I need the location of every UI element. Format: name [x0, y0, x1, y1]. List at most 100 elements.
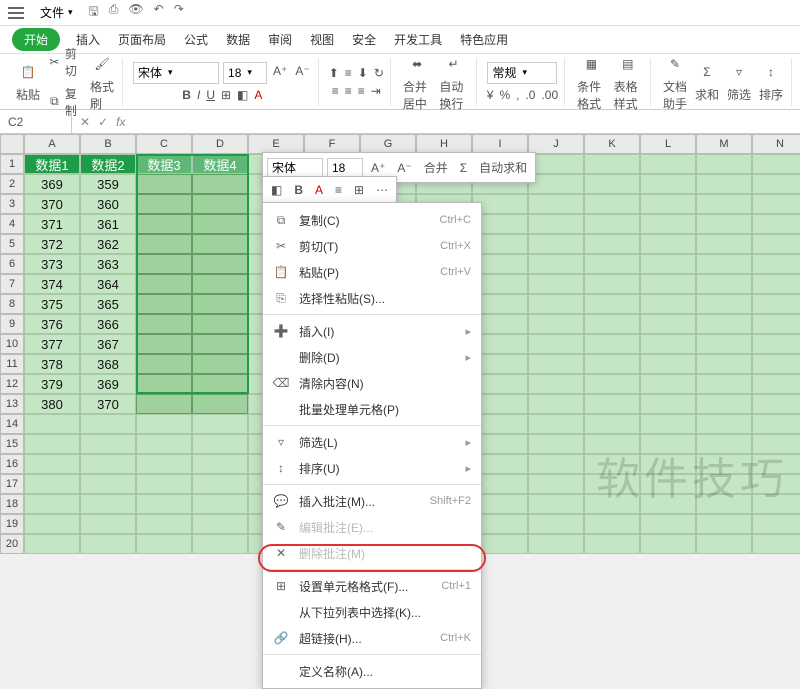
mini-border-icon[interactable]: ⊞	[350, 181, 368, 199]
col-header-N[interactable]: N	[752, 134, 800, 154]
cell-M13[interactable]	[696, 394, 752, 414]
cell-C14[interactable]	[136, 414, 192, 434]
fx-icon[interactable]: fx	[116, 115, 125, 129]
align-middle-icon[interactable]: ≡	[345, 66, 352, 80]
cell-M6[interactable]	[696, 254, 752, 274]
filter-button[interactable]: ▿筛选	[725, 58, 753, 105]
cell-B14[interactable]	[80, 414, 136, 434]
menu-insert[interactable]: ➕插入(I)▸	[263, 318, 481, 344]
mini-merge-button[interactable]: 合并	[420, 157, 452, 178]
cell-C20[interactable]	[136, 534, 192, 554]
cell-C12[interactable]	[136, 374, 192, 394]
table-style-button[interactable]: ▤表格样式	[612, 50, 644, 114]
mini-format-icon[interactable]: ⋯	[372, 181, 392, 199]
col-header-A[interactable]: A	[24, 134, 80, 154]
mini-decrease-font-icon[interactable]: A⁻	[393, 159, 415, 177]
row-header-18[interactable]: 18	[0, 494, 24, 514]
col-header-C[interactable]: C	[136, 134, 192, 154]
cell-J14[interactable]	[528, 414, 584, 434]
cancel-icon[interactable]: ✕	[80, 115, 90, 129]
cell-N5[interactable]	[752, 234, 800, 254]
row-header-2[interactable]: 2	[0, 174, 24, 194]
cell-D3[interactable]	[192, 194, 248, 214]
cell-B3[interactable]: 360	[80, 194, 136, 214]
row-header-1[interactable]: 1	[0, 154, 24, 174]
cell-D14[interactable]	[192, 414, 248, 434]
cell-K10[interactable]	[584, 334, 640, 354]
menu-filter[interactable]: ▿筛选(L)▸	[263, 429, 481, 455]
cell-B4[interactable]: 361	[80, 214, 136, 234]
cell-J10[interactable]	[528, 334, 584, 354]
cell-B16[interactable]	[80, 454, 136, 474]
cell-A16[interactable]	[24, 454, 80, 474]
cell-B1[interactable]: 数据2	[80, 154, 136, 174]
cell-A2[interactable]: 369	[24, 174, 80, 194]
cell-K7[interactable]	[584, 274, 640, 294]
cell-M2[interactable]	[696, 174, 752, 194]
cell-L10[interactable]	[640, 334, 696, 354]
cell-A8[interactable]: 375	[24, 294, 80, 314]
cell-B7[interactable]: 364	[80, 274, 136, 294]
tab-formulas[interactable]: 公式	[182, 27, 210, 52]
cell-L2[interactable]	[640, 174, 696, 194]
row-header-17[interactable]: 17	[0, 474, 24, 494]
col-header-E[interactable]: E	[248, 134, 304, 154]
select-all-corner[interactable]	[0, 134, 24, 154]
tab-security[interactable]: 安全	[350, 27, 378, 52]
row-header-14[interactable]: 14	[0, 414, 24, 434]
row-header-3[interactable]: 3	[0, 194, 24, 214]
row-header-9[interactable]: 9	[0, 314, 24, 334]
col-header-G[interactable]: G	[360, 134, 416, 154]
cell-A6[interactable]: 373	[24, 254, 80, 274]
cell-D8[interactable]	[192, 294, 248, 314]
cell-A5[interactable]: 372	[24, 234, 80, 254]
cell-C4[interactable]	[136, 214, 192, 234]
row-header-8[interactable]: 8	[0, 294, 24, 314]
cell-K1[interactable]	[584, 154, 640, 174]
cell-D13[interactable]	[192, 394, 248, 414]
cell-C9[interactable]	[136, 314, 192, 334]
cell-B15[interactable]	[80, 434, 136, 454]
cell-C1[interactable]: 数据3	[136, 154, 192, 174]
cell-L1[interactable]	[640, 154, 696, 174]
enter-icon[interactable]: ✓	[98, 115, 108, 129]
tab-view[interactable]: 视图	[308, 27, 336, 52]
cell-J3[interactable]	[528, 194, 584, 214]
cell-C3[interactable]	[136, 194, 192, 214]
row-header-12[interactable]: 12	[0, 374, 24, 394]
cell-N9[interactable]	[752, 314, 800, 334]
cell-B13[interactable]: 370	[80, 394, 136, 414]
col-header-B[interactable]: B	[80, 134, 136, 154]
menu-hyperlink[interactable]: 🔗超链接(H)...Ctrl+K	[263, 625, 481, 651]
mini-sigma-icon[interactable]: Σ	[456, 159, 471, 177]
cell-A14[interactable]	[24, 414, 80, 434]
cell-L6[interactable]	[640, 254, 696, 274]
cell-M9[interactable]	[696, 314, 752, 334]
cell-K9[interactable]	[584, 314, 640, 334]
currency-icon[interactable]: ¥	[487, 88, 494, 102]
font-name-combo[interactable]: 宋体▾	[133, 62, 219, 84]
cell-D5[interactable]	[192, 234, 248, 254]
cell-L20[interactable]	[640, 534, 696, 554]
cell-J16[interactable]	[528, 454, 584, 474]
decrease-decimal-icon[interactable]: .00	[541, 88, 558, 102]
cell-J5[interactable]	[528, 234, 584, 254]
col-header-D[interactable]: D	[192, 134, 248, 154]
cell-B10[interactable]: 367	[80, 334, 136, 354]
cell-J15[interactable]	[528, 434, 584, 454]
align-top-icon[interactable]: ⬆	[329, 66, 339, 80]
cell-J1[interactable]	[528, 154, 584, 174]
cell-A9[interactable]: 376	[24, 314, 80, 334]
cell-N14[interactable]	[752, 414, 800, 434]
cell-A3[interactable]: 370	[24, 194, 80, 214]
paste-button[interactable]: 📋 粘贴	[14, 58, 42, 105]
fill-color-button[interactable]: ◧	[237, 88, 248, 102]
wrap-text-button[interactable]: ↵自动换行	[437, 50, 469, 114]
cell-M5[interactable]	[696, 234, 752, 254]
cell-J7[interactable]	[528, 274, 584, 294]
orientation-icon[interactable]: ↻	[374, 66, 384, 80]
cell-D18[interactable]	[192, 494, 248, 514]
cell-J4[interactable]	[528, 214, 584, 234]
border-button[interactable]: ⊞	[221, 88, 231, 102]
tab-review[interactable]: 审阅	[266, 27, 294, 52]
